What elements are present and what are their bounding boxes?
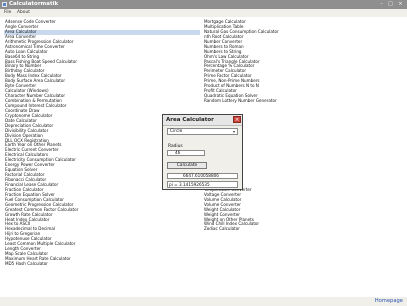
minimize-button[interactable]: – <box>378 1 385 7</box>
homepage-link[interactable]: Homepage <box>375 298 403 304</box>
menu-bar: File About <box>0 9 407 17</box>
calculator-icon <box>2 2 7 7</box>
calculate-button[interactable]: Calculate <box>167 162 207 169</box>
list-item[interactable]: MD5 Hash Calculator <box>4 261 200 267</box>
title-bar: Calculatormatik – □ × <box>0 0 407 9</box>
radius-label: Radius <box>168 144 183 149</box>
result-field: 6647.610058806 <box>167 173 238 179</box>
maximize-button[interactable]: □ <box>387 1 394 7</box>
chevron-down-icon[interactable]: ▾ <box>231 129 237 134</box>
shape-select[interactable]: Circle ▾ <box>167 128 238 135</box>
radius-input[interactable]: 46 <box>167 150 205 156</box>
dialog-title: Area Calculator <box>166 117 214 123</box>
list-item[interactable]: Zodiac Calculator <box>203 226 403 232</box>
shape-select-value: Circle <box>170 129 183 134</box>
dialog-close-button[interactable]: × <box>233 116 241 123</box>
menu-about[interactable]: About <box>17 10 30 16</box>
close-button[interactable]: × <box>397 1 404 7</box>
area-calculator-dialog: Area Calculator × Circle ▾ Radius 46 Cal… <box>162 114 243 190</box>
dialog-title-bar: Area Calculator × <box>163 115 242 126</box>
pi-field: pi = 3.1415926535 <box>167 181 238 188</box>
status-bar: Homepage <box>0 297 407 306</box>
window-title: Calculatormatik <box>9 1 59 7</box>
menu-file[interactable]: File <box>4 10 11 16</box>
